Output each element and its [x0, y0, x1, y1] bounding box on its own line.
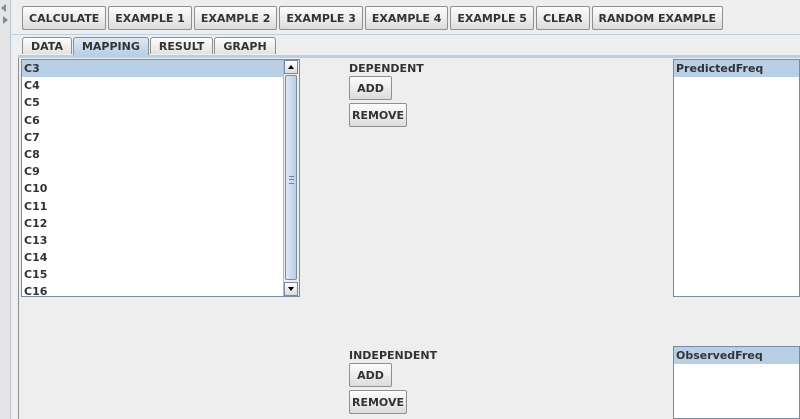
list-item[interactable]: C14 [22, 249, 284, 266]
left-edge-bar [0, 0, 11, 419]
example-5-button[interactable]: EXAMPLE 5 [450, 6, 534, 30]
variable-list: C3 C4 C5 C6 C7 C8 C9 C10 C11 C12 C13 C14… [22, 60, 284, 296]
grip-icon [289, 176, 294, 184]
calculate-button[interactable]: CALCULATE [22, 6, 107, 30]
vertical-scrollbar[interactable] [283, 60, 299, 296]
tab-mapping[interactable]: MAPPING [72, 37, 149, 55]
list-item[interactable]: C15 [22, 266, 284, 283]
expand-right-icon[interactable] [3, 16, 8, 24]
arrow-down-icon [288, 287, 294, 291]
scroll-down-button[interactable] [284, 282, 298, 296]
clear-button[interactable]: CLEAR [535, 6, 590, 30]
variable-listbox[interactable]: C3 C4 C5 C6 C7 C8 C9 C10 C11 C12 C13 C14… [21, 59, 300, 297]
dependent-remove-button[interactable]: REMOVE [349, 103, 407, 127]
toolbar-divider [12, 34, 800, 35]
dependent-add-button[interactable]: ADD [349, 76, 392, 100]
scroll-up-button[interactable] [284, 60, 298, 74]
tab-graph[interactable]: GRAPH [214, 37, 276, 54]
toolbar: CALCULATE EXAMPLE 1 EXAMPLE 2 EXAMPLE 3 … [22, 6, 725, 32]
tab-data[interactable]: DATA [22, 37, 72, 54]
tab-result[interactable]: RESULT [149, 37, 214, 54]
independent-list[interactable]: ObservedFreq [673, 346, 800, 419]
example-2-button[interactable]: EXAMPLE 2 [193, 6, 278, 30]
list-item[interactable]: PredictedFreq [674, 60, 799, 77]
example-3-button[interactable]: EXAMPLE 3 [279, 6, 363, 30]
list-item[interactable]: C13 [22, 232, 284, 249]
list-item[interactable]: C16 [22, 283, 284, 296]
scroll-thumb[interactable] [285, 75, 297, 280]
list-item[interactable]: C10 [22, 180, 284, 197]
list-item[interactable]: C11 [22, 198, 284, 215]
list-item[interactable]: C6 [22, 112, 284, 129]
list-item[interactable]: C3 [22, 60, 284, 78]
dependent-label: DEPENDENT [349, 62, 424, 75]
independent-add-button[interactable]: ADD [349, 363, 392, 387]
example-4-button[interactable]: EXAMPLE 4 [364, 6, 449, 30]
list-item[interactable]: C9 [22, 163, 284, 180]
list-item[interactable]: C8 [22, 146, 284, 163]
dependent-list[interactable]: PredictedFreq [673, 59, 800, 297]
arrow-up-icon [288, 65, 294, 69]
list-item[interactable]: C5 [22, 94, 284, 111]
collapse-left-icon[interactable] [1, 4, 6, 12]
list-item[interactable]: C7 [22, 129, 284, 146]
example-1-button[interactable]: EXAMPLE 1 [108, 6, 192, 30]
independent-label: INDEPENDENT [349, 349, 438, 362]
random-example-button[interactable]: RANDOM EXAMPLE [591, 6, 724, 30]
tab-bar: DATA MAPPING RESULT GRAPH [22, 37, 277, 55]
list-item[interactable]: C4 [22, 77, 284, 94]
independent-remove-button[interactable]: REMOVE [349, 390, 407, 414]
list-item[interactable]: C12 [22, 215, 284, 232]
list-item[interactable]: ObservedFreq [674, 347, 799, 364]
